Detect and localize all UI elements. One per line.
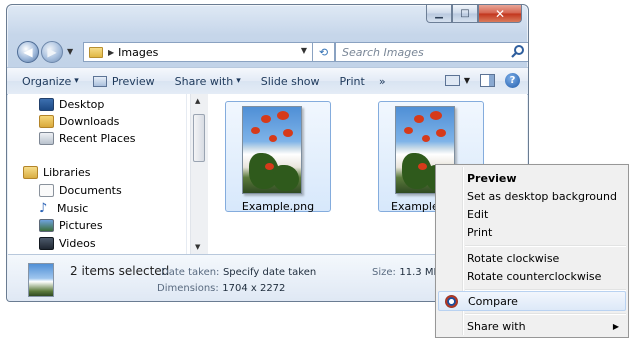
recent-places-icon [39,132,54,145]
selection-count: 2 items selected [70,264,170,278]
nav-item-label: Libraries [43,166,91,179]
folder-icon [89,46,103,58]
desktop-icon [39,98,54,111]
nav-item-videos[interactable]: Videos [39,235,96,252]
preview-pane-icon[interactable] [480,74,495,87]
compare-icon [445,295,458,308]
menu-separator [465,313,626,315]
videos-icon [39,237,54,250]
minimize-button[interactable]: ▁ [426,5,452,23]
search-icon[interactable] [510,44,526,60]
size-row: Size: 11.3 MB [372,265,440,278]
menu-item-rotate-counterclockwise[interactable]: Rotate counterclockwise [438,266,626,286]
date-taken-row: Date taken: Specify date taken [161,265,316,278]
address-bar[interactable]: ▶ Images ▼ [83,42,313,62]
preview-button[interactable]: Preview [86,75,162,88]
nav-item-label: Pictures [59,219,103,232]
menu-item-edit[interactable]: Edit [438,204,626,224]
downloads-icon [39,115,54,128]
toolbar-right: ▼ ? [444,73,520,88]
size-label: Size: [372,267,396,278]
address-dropdown-icon[interactable]: ▼ [301,46,307,55]
search-box[interactable]: Search Images [335,42,528,62]
music-icon: ♪ [39,201,48,216]
nav-item-desktop[interactable]: Desktop [39,96,104,113]
maximize-icon: □ [460,8,470,19]
context-menu: Preview Set as desktop background Edit P… [435,164,629,338]
nav-item-label: Videos [59,237,96,250]
menu-item-rotate-clockwise[interactable]: Rotate clockwise [438,248,626,268]
back-button[interactable]: ◀ [17,41,39,63]
help-icon[interactable]: ? [505,73,520,88]
nav-item-label: Desktop [59,98,105,111]
change-view-button[interactable]: ▼ [444,75,470,86]
menu-item-label: Preview [467,171,517,185]
date-taken-value[interactable]: Specify date taken [223,267,316,278]
file-thumbnail [242,106,302,194]
forward-arrow-icon: ▶ [47,45,57,59]
print-button[interactable]: Print [333,75,372,88]
menu-item-compare[interactable]: Compare [438,291,626,311]
search-input[interactable]: Search Images [342,46,510,59]
maximize-button[interactable]: □ [452,5,478,23]
nav-item-downloads[interactable]: Downloads [39,113,119,130]
breadcrumb-arrow-icon[interactable]: ▶ [108,48,114,57]
more-commands-button[interactable]: » [372,75,393,88]
nav-item-label: Recent Places [59,132,136,145]
slide-show-button[interactable]: Slide show [254,75,327,88]
refresh-button[interactable]: ⟲ [313,42,335,62]
views-icon [444,75,460,86]
back-arrow-icon: ◀ [23,45,33,59]
organize-button[interactable]: Organize [15,75,86,88]
menu-separator [465,245,626,247]
nav-item-libraries[interactable]: Libraries [23,164,91,181]
documents-icon [39,184,54,197]
libraries-icon [23,166,38,179]
share-with-button[interactable]: Share with [168,75,248,88]
pictures-icon [39,219,54,232]
minimize-icon: ▁ [435,8,443,19]
menu-item-set-desktop-background[interactable]: Set as desktop background [438,186,626,206]
navigation-pane: Desktop Downloads Recent Places Librarie… [8,94,208,254]
dimensions-value: 1704 x 2272 [222,283,286,294]
menu-item-label: Share with [467,319,526,333]
file-name: Example.png [241,200,315,213]
close-button[interactable]: ✕ [478,5,522,23]
forward-button[interactable]: ▶ [41,41,63,63]
menu-item-share-with[interactable]: Share with ▶ [438,316,626,336]
dimensions-label: Dimensions: [157,283,219,294]
submenu-arrow-icon: ▶ [612,321,619,331]
preview-label: Preview [111,74,155,88]
nav-item-label: Downloads [59,115,120,128]
caption-buttons: ▁ □ ✕ [426,5,522,23]
nav-item-music[interactable]: ♪ Music [39,200,88,217]
menu-item-label: Rotate clockwise [467,251,560,265]
dimensions-row: Dimensions: 1704 x 2272 [157,281,285,294]
menu-item-label: Print [467,225,493,239]
recent-pages-dropdown-icon[interactable]: ▼ [67,47,73,56]
details-thumbnail [28,263,54,297]
nav-item-label: Documents [59,184,122,197]
date-taken-label: Date taken: [161,267,220,278]
refresh-icon: ⟲ [318,45,329,59]
nav-item-documents[interactable]: Documents [39,182,122,199]
nav-item-recent-places[interactable]: Recent Places [39,130,136,147]
preview-icon [92,75,107,87]
file-item[interactable]: Example.png [225,101,331,213]
views-dropdown-icon: ▼ [463,76,470,85]
breadcrumb-current[interactable]: Images [118,46,158,59]
command-bar: Organize Preview Share with Slide show P… [7,67,528,95]
menu-item-label: Set as desktop background [467,189,617,203]
menu-item-preview[interactable]: Preview [438,168,626,188]
menu-item-label: Edit [467,207,489,221]
nav-item-pictures[interactable]: Pictures [39,217,103,234]
nav-item-label: Music [57,202,89,215]
menu-item-label: Rotate counterclockwise [467,269,602,283]
menu-item-label: Compare [468,294,518,308]
address-row: ◀ ▶ ▼ ▶ Images ▼ ⟲ Search Images [15,41,528,65]
menu-item-print[interactable]: Print [438,222,626,242]
close-icon: ✕ [494,6,506,21]
